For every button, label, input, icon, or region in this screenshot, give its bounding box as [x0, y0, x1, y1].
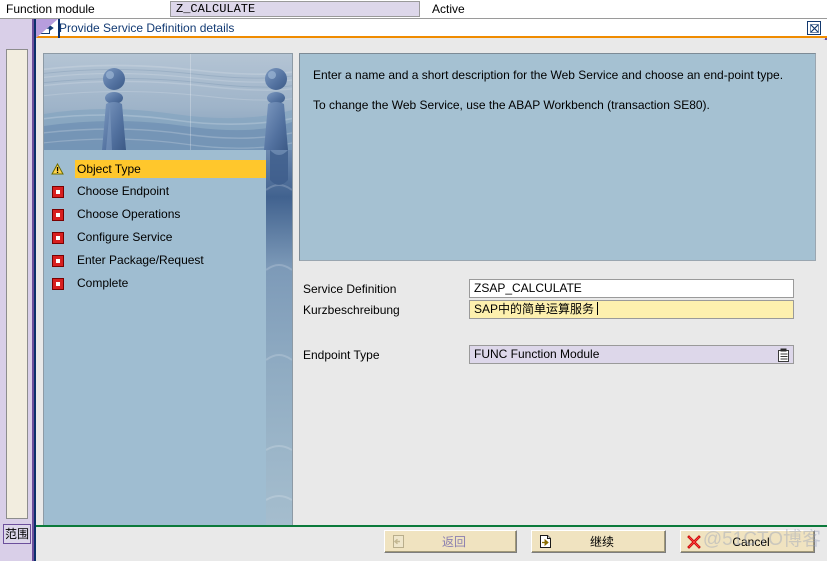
sidebar-item-label: Choose Operations [77, 207, 181, 221]
sidebar-item-object-type[interactable]: Object Type [44, 157, 266, 180]
sidebar-item-configure-service[interactable]: Configure Service [44, 226, 266, 249]
endpoint-type-label: Endpoint Type [303, 347, 380, 362]
short-description-value: SAP中的简单运算服务 [474, 302, 595, 316]
function-module-header-row: Function module Z_CALCULATE Active [0, 0, 827, 19]
service-definition-form: Service Definition ZSAP_CALCULATE Kurzbe… [299, 278, 816, 365]
description-paragraph-2: To change the Web Service, use the ABAP … [313, 98, 710, 112]
dialog-body: Object Type Choose Endpoint Choose Opera… [36, 40, 827, 561]
chess-pawns-water-banner [44, 54, 292, 150]
red-square-icon [51, 231, 64, 244]
short-description-input[interactable]: SAP中的简单运算服务 [469, 300, 794, 319]
dialog-button-bar: 返回 继续 Cancel [384, 530, 815, 553]
dialog-titlebar: Provide Service Definition details [36, 19, 827, 38]
wizard-step-list: Object Type Choose Endpoint Choose Opera… [44, 150, 266, 295]
short-description-label: Kurzbeschreibung [303, 302, 400, 317]
continue-document-arrow-icon [537, 534, 553, 550]
red-square-icon [51, 208, 64, 221]
cancel-button[interactable]: Cancel [680, 530, 815, 553]
dialog-content: Enter a name and a short description for… [299, 53, 819, 542]
editor-code-column [6, 49, 28, 519]
function-module-name-field[interactable]: Z_CALCULATE [170, 1, 420, 17]
close-icon[interactable] [807, 21, 821, 35]
red-square-icon [51, 277, 64, 290]
back-button[interactable]: 返回 [384, 530, 517, 553]
back-arrow-icon [390, 534, 406, 550]
continue-button[interactable]: 继续 [531, 530, 666, 553]
wizard-steps-panel: Object Type Choose Endpoint Choose Opera… [43, 53, 293, 542]
endpoint-type-select[interactable]: FUNC Function Module [469, 345, 794, 364]
editor-left-gutter [0, 19, 34, 561]
cancel-button-label: Cancel [732, 534, 770, 549]
sidebar-item-enter-package-request[interactable]: Enter Package/Request [44, 249, 266, 272]
sidebar-item-label: Choose Endpoint [77, 184, 170, 198]
description-panel: Enter a name and a short description for… [299, 53, 816, 261]
scope-label-partial: 范围 [3, 524, 31, 544]
red-x-icon [686, 534, 702, 550]
function-module-label: Function module [6, 2, 95, 16]
export-window-icon [40, 21, 54, 34]
sidebar-item-choose-operations[interactable]: Choose Operations [44, 203, 266, 226]
short-description-row: Kurzbeschreibung SAP中的简单运算服务 [299, 299, 816, 320]
description-paragraph-1: Enter a name and a short description for… [313, 68, 784, 82]
function-module-status: Active [432, 2, 465, 16]
sidebar-item-label: Enter Package/Request [77, 253, 204, 267]
dialog-title: Provide Service Definition details [59, 20, 235, 35]
text-caret [597, 302, 599, 315]
service-definition-label: Service Definition [303, 281, 397, 296]
red-square-icon [51, 254, 64, 267]
service-definition-input[interactable]: ZSAP_CALCULATE [469, 279, 794, 298]
warning-triangle-icon [51, 162, 64, 175]
dialog-footer: 返回 继续 Cancel @51CTO博客 [36, 525, 827, 561]
sidebar-item-label: Configure Service [77, 230, 173, 244]
red-square-icon [51, 185, 64, 198]
continue-button-label: 继续 [589, 535, 614, 549]
sidebar-item-label: Object Type [75, 159, 266, 178]
sidebar-item-choose-endpoint[interactable]: Choose Endpoint [44, 180, 266, 203]
sidebar-item-label: Complete [77, 276, 129, 290]
sidebar-item-complete[interactable]: Complete [44, 272, 266, 295]
endpoint-type-row: Endpoint Type FUNC Function Module [299, 344, 816, 365]
value-help-list-icon[interactable] [777, 348, 790, 362]
service-definition-row: Service Definition ZSAP_CALCULATE [299, 278, 816, 299]
endpoint-type-value: FUNC Function Module [474, 347, 600, 361]
back-button-label: 返回 [441, 535, 466, 549]
wizard-banner-side-strip [266, 150, 292, 541]
service-definition-dialog: Provide Service Definition details Objec… [34, 19, 827, 561]
